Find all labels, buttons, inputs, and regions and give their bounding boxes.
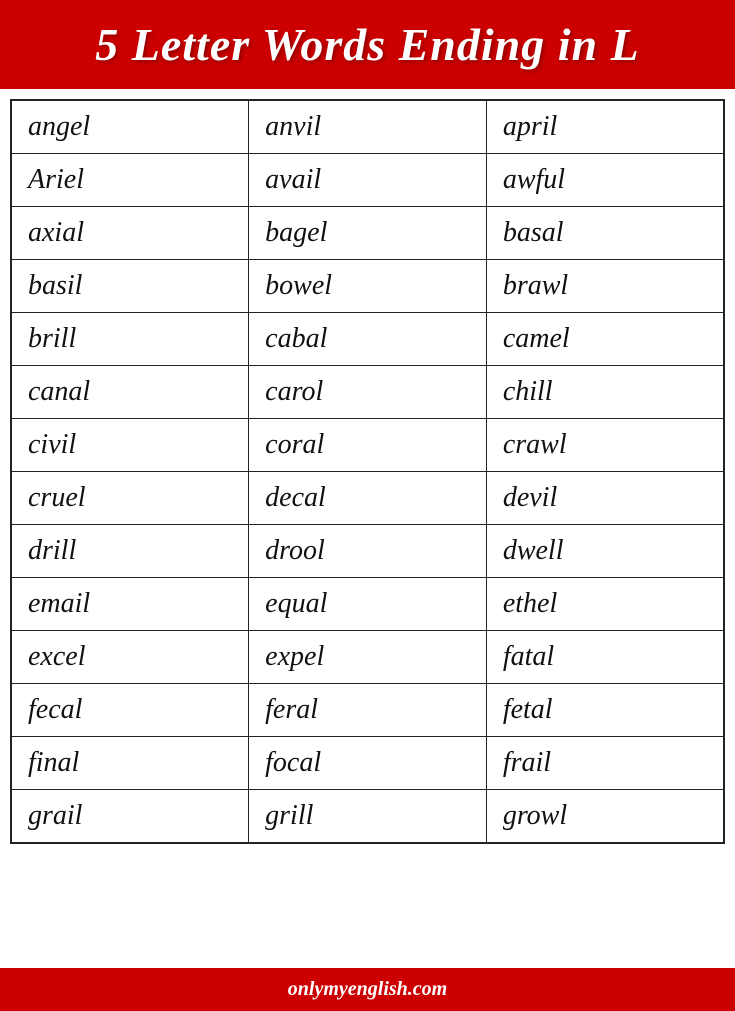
word-cell: basil <box>11 260 249 313</box>
table-row: axialbagelbasal <box>11 207 724 260</box>
table-row: excelexpelfatal <box>11 631 724 684</box>
word-cell: frail <box>486 737 724 790</box>
word-cell: brill <box>11 313 249 366</box>
word-cell: excel <box>11 631 249 684</box>
table-row: canalcarolchill <box>11 366 724 419</box>
page-title: 5 Letter Words Ending in L <box>10 18 725 71</box>
table-row: finalfocalfrail <box>11 737 724 790</box>
word-cell: ethel <box>486 578 724 631</box>
table-row: brillcabalcamel <box>11 313 724 366</box>
word-cell: dwell <box>486 525 724 578</box>
word-cell: axial <box>11 207 249 260</box>
table-row: basilbowelbrawl <box>11 260 724 313</box>
table-row: grailgrillgrowl <box>11 790 724 844</box>
word-cell: camel <box>486 313 724 366</box>
word-cell: email <box>11 578 249 631</box>
word-cell: focal <box>249 737 487 790</box>
word-table-wrapper: angelanvilaprilArielavailawfulaxialbagel… <box>0 89 735 968</box>
table-row: drilldrooldwell <box>11 525 724 578</box>
word-cell: brawl <box>486 260 724 313</box>
word-cell: april <box>486 100 724 154</box>
word-cell: Ariel <box>11 154 249 207</box>
word-cell: bagel <box>249 207 487 260</box>
site-url: onlymyenglish.com <box>288 978 447 1000</box>
table-row: Arielavailawful <box>11 154 724 207</box>
word-cell: grail <box>11 790 249 844</box>
page-header: 5 Letter Words Ending in L <box>0 0 735 89</box>
table-row: civilcoralcrawl <box>11 419 724 472</box>
word-cell: grill <box>249 790 487 844</box>
word-cell: angel <box>11 100 249 154</box>
table-row: crueldecaldevil <box>11 472 724 525</box>
word-cell: fecal <box>11 684 249 737</box>
word-cell: bowel <box>249 260 487 313</box>
word-cell: awful <box>486 154 724 207</box>
word-table: angelanvilaprilArielavailawfulaxialbagel… <box>10 99 725 844</box>
word-cell: decal <box>249 472 487 525</box>
word-cell: expel <box>249 631 487 684</box>
word-cell: cruel <box>11 472 249 525</box>
word-cell: carol <box>249 366 487 419</box>
word-cell: devil <box>486 472 724 525</box>
word-cell: equal <box>249 578 487 631</box>
word-cell: anvil <box>249 100 487 154</box>
word-cell: final <box>11 737 249 790</box>
word-cell: coral <box>249 419 487 472</box>
word-cell: cabal <box>249 313 487 366</box>
word-cell: chill <box>486 366 724 419</box>
word-cell: avail <box>249 154 487 207</box>
table-row: emailequalethel <box>11 578 724 631</box>
word-cell: basal <box>486 207 724 260</box>
table-row: angelanvilapril <box>11 100 724 154</box>
word-cell: drill <box>11 525 249 578</box>
word-cell: fetal <box>486 684 724 737</box>
page-footer: onlymyenglish.com <box>0 968 735 1011</box>
word-cell: drool <box>249 525 487 578</box>
table-row: fecalferalfetal <box>11 684 724 737</box>
word-cell: civil <box>11 419 249 472</box>
word-cell: feral <box>249 684 487 737</box>
word-cell: growl <box>486 790 724 844</box>
word-cell: canal <box>11 366 249 419</box>
word-cell: crawl <box>486 419 724 472</box>
word-cell: fatal <box>486 631 724 684</box>
